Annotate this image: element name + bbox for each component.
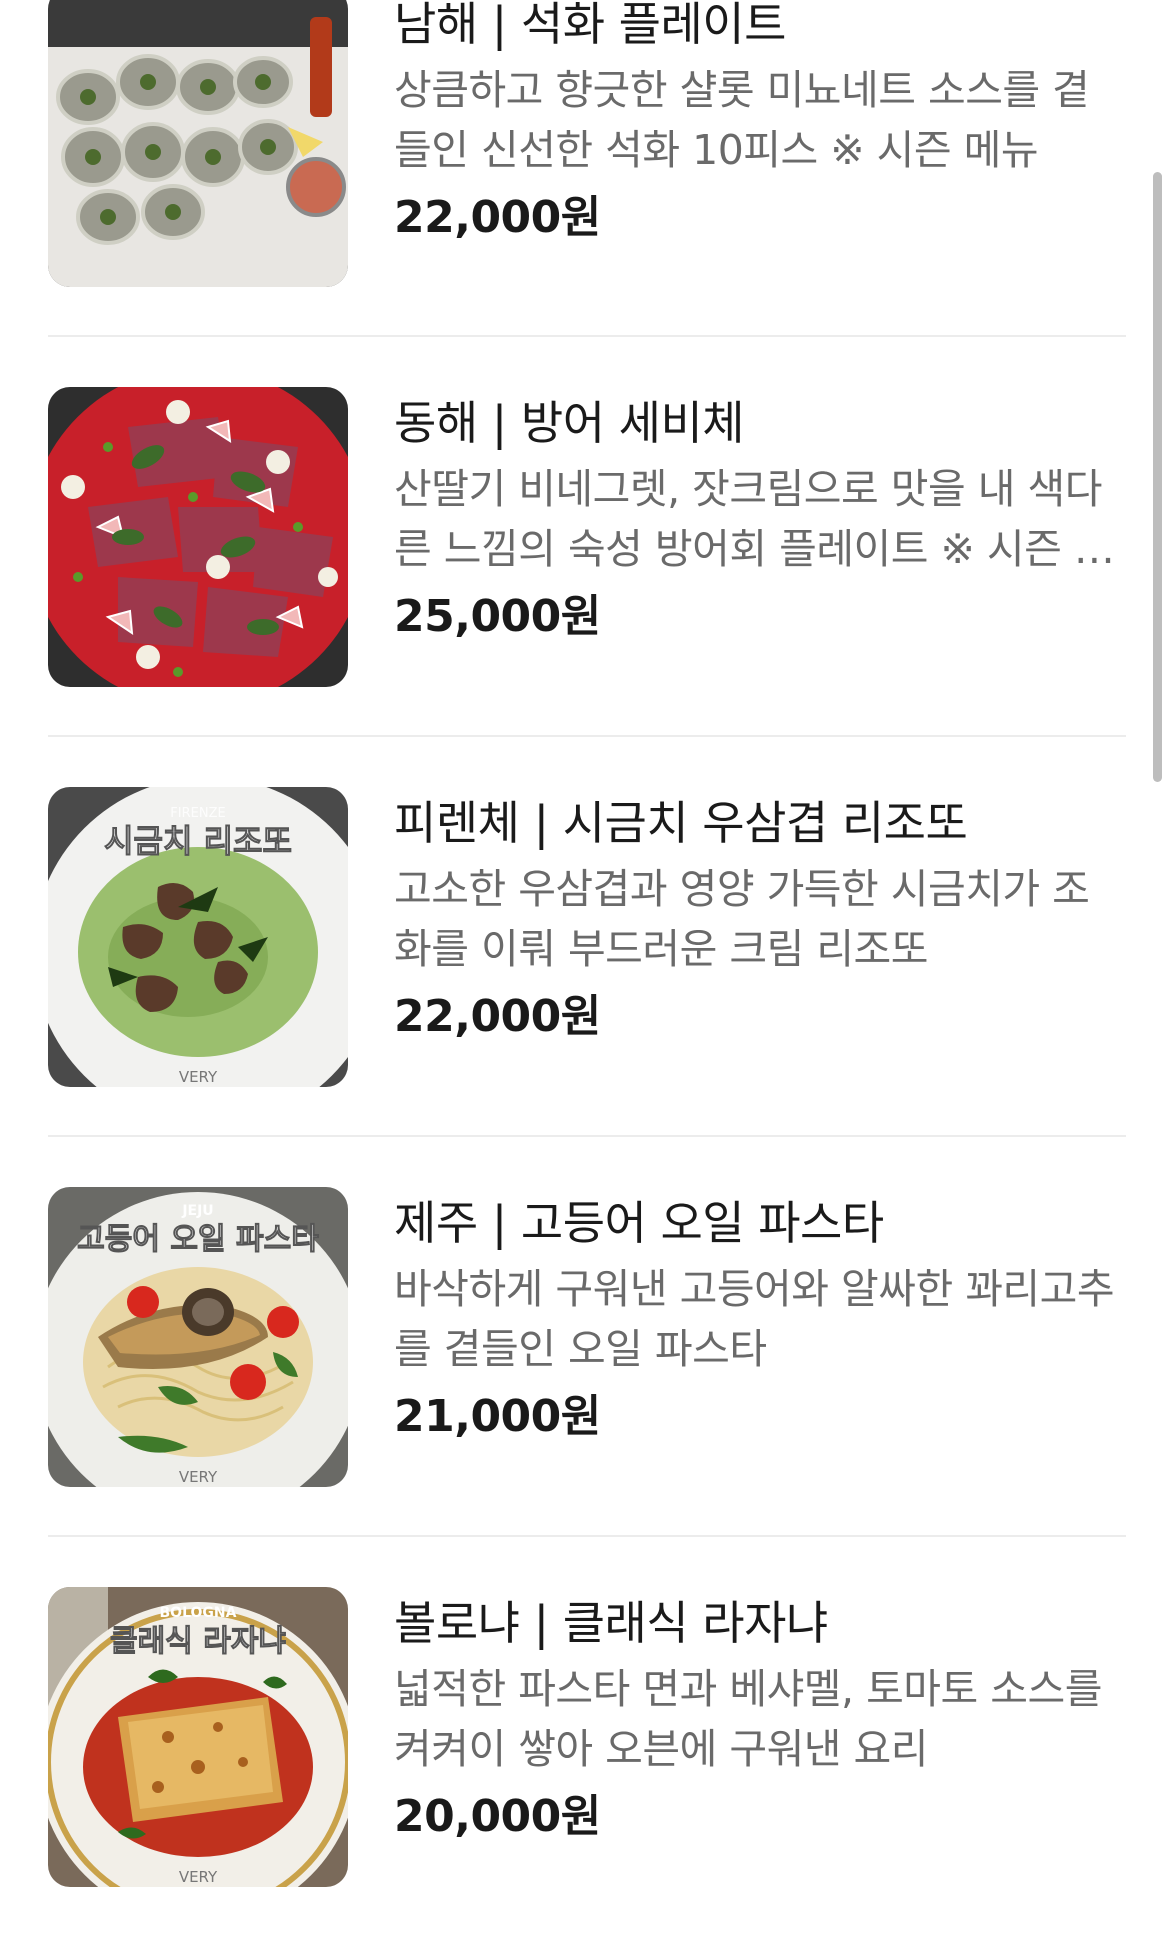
image-overlay-sub: BOLOGNA [160, 1605, 237, 1621]
menu-item-name: 볼로냐 | 클래식 라자냐 [394, 1596, 828, 1650]
menu-item-name: 남해 | 석화 플레이트 [394, 0, 786, 51]
mackerel-pasta-photo: JEJU 고등어 오일 파스타 VERY [48, 1187, 348, 1487]
menu-item-info: 피렌체 | 시금치 우삼겹 리조또 고소한 우삼겹과 영양 가득한 시금치가 조… [394, 793, 1126, 1047]
menu-item-description: 상큼하고 향긋한 샬롯 미뇨네트 소스를 곁들인 신선한 석화 10피스 ※ 시… [394, 66, 1090, 174]
menu-item-description: 바삭하게 구워낸 고등어와 알싸한 꽈리고추를 곁들인 오일 파스타 [394, 1265, 1115, 1373]
menu-item[interactable]: 동해 | 방어 세비체 산딸기 비네그렛, 잣크림으로 맛을 내 색다른 느낌의… [48, 337, 1126, 737]
lasagna-photo: BOLOGNA 클래식 라자냐 VERY [48, 1587, 348, 1887]
image-overlay-sub: JEJU [181, 1203, 213, 1219]
spinach-risotto-photo: FIRENZE 시금치 리조또 VERY [48, 787, 348, 1087]
menu-item-price: 22,000원 [394, 192, 601, 243]
menu-item-price: 21,000원 [394, 1391, 601, 1442]
menu-item[interactable]: BOLOGNA 클래식 라자냐 VERY 볼로냐 | 클래식 라자냐 넓적한 파… [48, 1537, 1126, 1937]
image-overlay-footer: VERY [179, 1868, 218, 1886]
scrollbar[interactable] [1153, 172, 1162, 782]
menu-item-name: 동해 | 방어 세비체 [394, 396, 745, 450]
menu-item-name: 피렌체 | 시금치 우삼겹 리조또 [394, 796, 968, 850]
menu-item-price: 20,000원 [394, 1791, 601, 1842]
oyster-plate-photo [48, 0, 348, 287]
menu-item-info: 남해 | 석화 플레이트 상큼하고 향긋한 샬롯 미뇨네트 소스를 곁들인 신선… [394, 0, 1126, 248]
menu-item-price: 25,000원 [394, 591, 601, 642]
image-overlay-footer: VERY [179, 1468, 218, 1486]
menu-list: 남해 | 석화 플레이트 상큼하고 향긋한 샬롯 미뇨네트 소스를 곁들인 신선… [48, 0, 1126, 1937]
menu-item-description: 산딸기 비네그렛, 잣크림으로 맛을 내 색다른 느낌의 숙성 방어회 플레이트… [394, 465, 1115, 573]
image-overlay-sub: FIRENZE [170, 806, 225, 821]
menu-item-name: 제주 | 고등어 오일 파스타 [394, 1196, 884, 1250]
menu-item-description: 고소한 우삼겹과 영양 가득한 시금치가 조화를 이뤄 부드러운 크림 리조또 [394, 865, 1090, 973]
yellowtail-ceviche-photo [48, 387, 348, 687]
menu-item[interactable]: FIRENZE 시금치 리조또 VERY 피렌체 | 시금치 우삼겹 리조또 고… [48, 737, 1126, 1137]
image-overlay-footer: VERY [179, 1068, 218, 1086]
menu-item-info: 제주 | 고등어 오일 파스타 바삭하게 구워낸 고등어와 알싸한 꽈리고추를 … [394, 1193, 1126, 1447]
menu-item[interactable]: 남해 | 석화 플레이트 상큼하고 향긋한 샬롯 미뇨네트 소스를 곁들인 신선… [48, 0, 1126, 337]
menu-item[interactable]: JEJU 고등어 오일 파스타 VERY 제주 | 고등어 오일 파스타 바삭하… [48, 1137, 1126, 1537]
menu-item-info: 볼로냐 | 클래식 라자냐 넓적한 파스타 면과 베샤멜, 토마토 소스를 켜켜… [394, 1593, 1126, 1847]
menu-item-description: 넓적한 파스타 면과 베샤멜, 토마토 소스를 켜켜이 쌓아 오븐에 구워낸 요… [394, 1665, 1102, 1773]
image-overlay-title: 시금치 리조또 [104, 822, 292, 860]
menu-item-price: 22,000원 [394, 991, 601, 1042]
image-overlay-title: 고등어 오일 파스타 [77, 1222, 319, 1257]
menu-item-info: 동해 | 방어 세비체 산딸기 비네그렛, 잣크림으로 맛을 내 색다른 느낌의… [394, 393, 1126, 647]
image-overlay-title: 클래식 라자냐 [110, 1624, 286, 1659]
